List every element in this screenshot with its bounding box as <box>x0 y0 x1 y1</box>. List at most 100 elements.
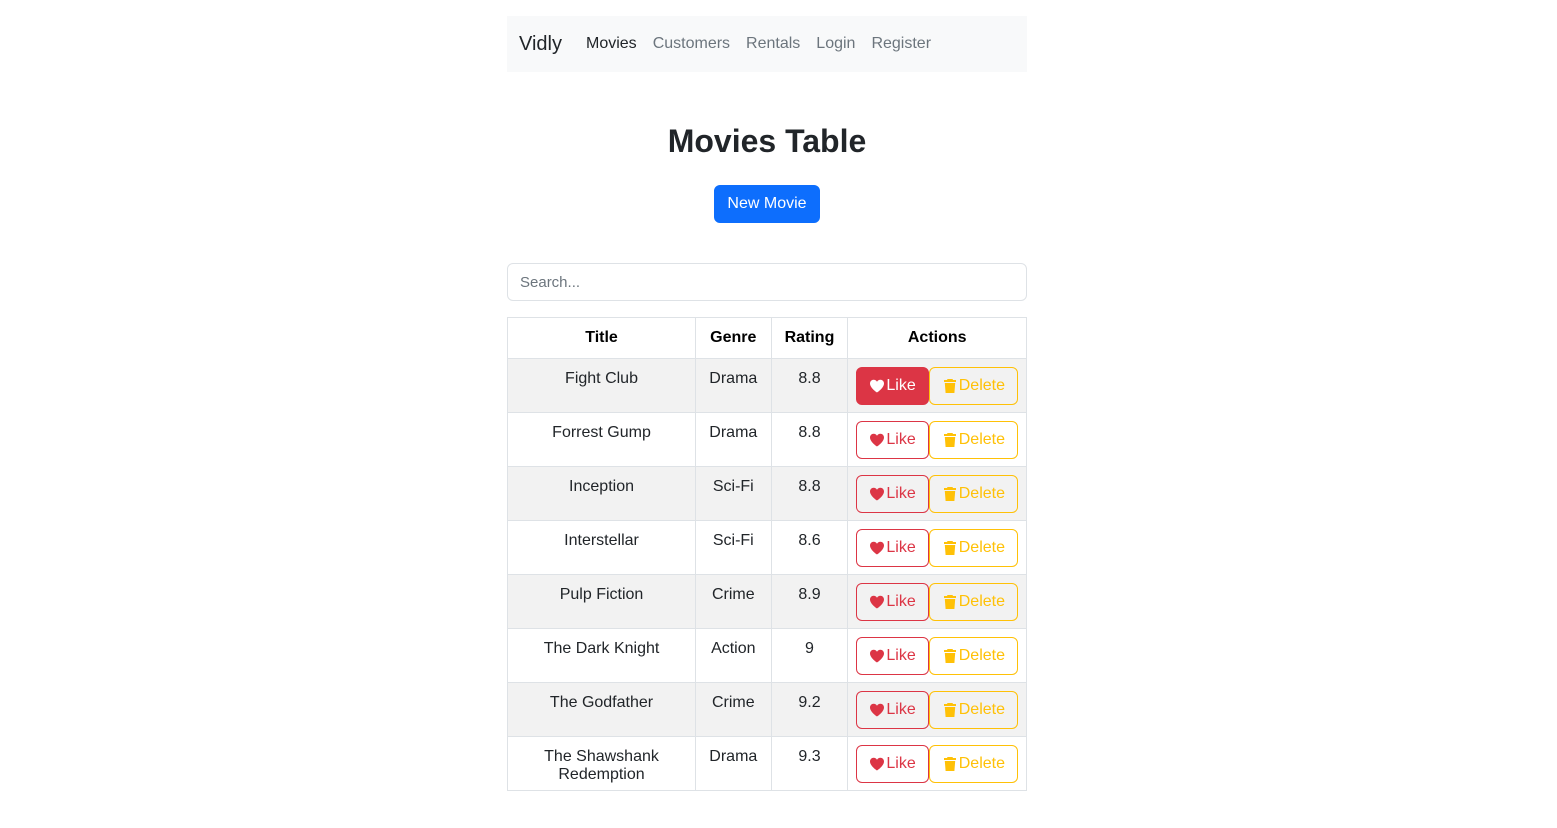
cell-actions: Like Delete <box>847 412 1027 467</box>
cell-rating: 8.9 <box>770 574 849 629</box>
cell-genre: Drama <box>695 412 772 467</box>
delete-button[interactable]: Delete <box>928 475 1018 513</box>
cell-rating: 9 <box>770 628 849 683</box>
cell-actions: Like Delete <box>847 466 1027 521</box>
delete-label: Delete <box>958 701 1005 718</box>
cell-genre: Drama <box>695 358 772 413</box>
like-label: Like <box>886 647 916 664</box>
like-button[interactable]: Like <box>856 691 929 729</box>
table-row: The Shawshank Redemption Drama 9.3 Like Dele… <box>506 736 1027 791</box>
cell-genre: Action <box>695 628 772 683</box>
trash-icon <box>942 756 958 772</box>
like-button[interactable]: Like <box>856 421 929 459</box>
delete-label: Delete <box>958 431 1005 448</box>
nav-link-customers[interactable]: Customers <box>653 35 730 53</box>
cell-title: The Dark Knight <box>506 628 697 683</box>
like-button[interactable]: Like <box>856 475 929 513</box>
navbar: Vidly Movies Customers Rentals Login Reg… <box>507 16 1027 72</box>
search-input[interactable] <box>507 263 1027 301</box>
delete-button[interactable]: Delete <box>928 691 1018 729</box>
like-button[interactable]: Like <box>856 745 929 783</box>
cell-rating: 9.3 <box>770 736 849 791</box>
heart-icon <box>869 756 885 772</box>
new-movie-button[interactable]: New Movie <box>714 185 820 223</box>
delete-button[interactable]: Delete <box>928 583 1018 621</box>
cell-rating: 8.8 <box>770 412 849 467</box>
trash-icon <box>942 378 958 394</box>
nav-link-register[interactable]: Register <box>871 35 931 53</box>
delete-label: Delete <box>958 755 1005 772</box>
table-row: Fight Club Drama 8.8 Like Delete <box>506 358 1027 413</box>
trash-icon <box>942 648 958 664</box>
brand-link[interactable]: Vidly <box>519 33 562 56</box>
cell-title: Interstellar <box>506 520 697 575</box>
cell-genre: Drama <box>695 736 772 791</box>
like-label: Like <box>886 755 916 772</box>
heart-icon <box>869 702 885 718</box>
delete-label: Delete <box>958 647 1005 664</box>
like-label: Like <box>886 539 916 556</box>
delete-button[interactable]: Delete <box>928 367 1018 405</box>
delete-button[interactable]: Delete <box>928 529 1018 567</box>
like-label: Like <box>886 431 916 448</box>
cell-genre: Crime <box>695 574 772 629</box>
cell-actions: Like Delete <box>847 736 1027 791</box>
cell-genre: Crime <box>695 682 772 737</box>
delete-button[interactable]: Delete <box>928 637 1018 675</box>
delete-button[interactable]: Delete <box>928 745 1018 783</box>
like-button[interactable]: Like <box>856 367 929 405</box>
cell-title: Fight Club <box>506 358 697 413</box>
like-label: Like <box>886 377 916 394</box>
movies-table: Title Genre Rating Actions Fight Club Dra… <box>506 317 1027 791</box>
like-button[interactable]: Like <box>856 583 929 621</box>
like-label: Like <box>886 593 916 610</box>
heart-icon <box>869 486 885 502</box>
nav-link-rentals[interactable]: Rentals <box>746 35 800 53</box>
cell-actions: Like Delete <box>847 628 1027 683</box>
cell-rating: 8.8 <box>770 358 849 413</box>
heart-icon <box>869 432 885 448</box>
header-actions: Actions <box>847 317 1027 359</box>
cell-title: Forrest Gump <box>506 412 697 467</box>
new-movie-wrap: New Movie <box>507 185 1027 223</box>
heart-icon <box>869 378 885 394</box>
cell-actions: Like Delete <box>847 682 1027 737</box>
table-row: Inception Sci-Fi 8.8 Like Delete <box>506 466 1027 521</box>
table-row: Forrest Gump Drama 8.8 Like Delete <box>506 412 1027 467</box>
trash-icon <box>942 486 958 502</box>
page-container: Vidly Movies Customers Rentals Login Reg… <box>506 16 1027 791</box>
nav-link-login[interactable]: Login <box>816 35 855 53</box>
cell-title: Inception <box>506 466 697 521</box>
cell-title: The Shawshank Redemption <box>506 736 697 791</box>
delete-button[interactable]: Delete <box>928 421 1018 459</box>
like-label: Like <box>886 701 916 718</box>
table-header-row: Title Genre Rating Actions <box>506 317 1027 359</box>
like-button[interactable]: Like <box>856 529 929 567</box>
cell-rating: 8.6 <box>770 520 849 575</box>
nav-link-movies[interactable]: Movies <box>586 35 637 53</box>
trash-icon <box>942 594 958 610</box>
cell-rating: 9.2 <box>770 682 849 737</box>
cell-genre: Sci-Fi <box>695 520 772 575</box>
table-row: The Godfather Crime 9.2 Like Delete <box>506 682 1027 737</box>
header-title: Title <box>506 317 697 359</box>
table-row: The Dark Knight Action 9 Like Delete <box>506 628 1027 683</box>
heart-icon <box>869 540 885 556</box>
heart-icon <box>869 648 885 664</box>
cell-actions: Like Delete <box>847 520 1027 575</box>
delete-label: Delete <box>958 593 1005 610</box>
cell-actions: Like Delete <box>847 358 1027 413</box>
cell-title: Pulp Fiction <box>506 574 697 629</box>
trash-icon <box>942 432 958 448</box>
trash-icon <box>942 540 958 556</box>
cell-actions: Like Delete <box>847 574 1027 629</box>
page-title: Movies Table <box>667 123 867 159</box>
cell-genre: Sci-Fi <box>695 466 772 521</box>
header-genre: Genre <box>695 317 772 359</box>
cell-title: The Godfather <box>506 682 697 737</box>
table-row: Interstellar Sci-Fi 8.6 Like Delete <box>506 520 1027 575</box>
like-button[interactable]: Like <box>856 637 929 675</box>
delete-label: Delete <box>958 485 1005 502</box>
delete-label: Delete <box>958 377 1005 394</box>
trash-icon <box>942 702 958 718</box>
